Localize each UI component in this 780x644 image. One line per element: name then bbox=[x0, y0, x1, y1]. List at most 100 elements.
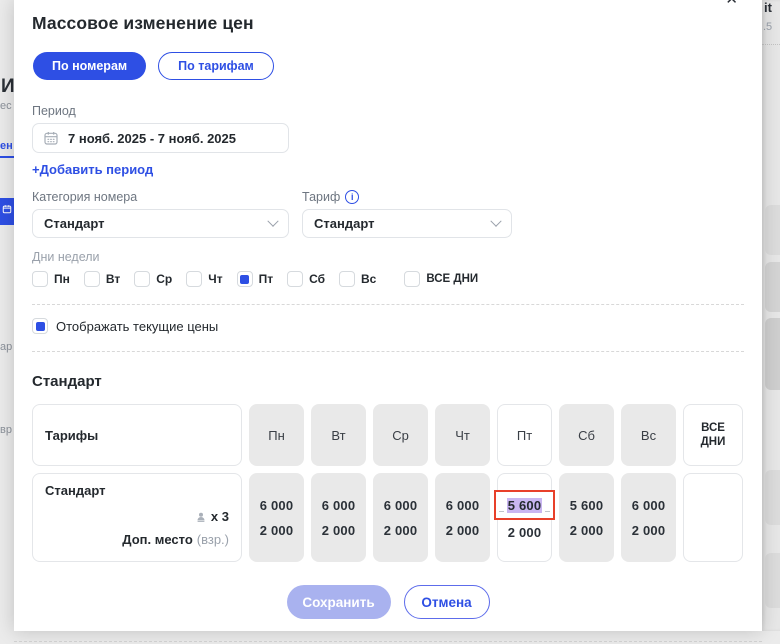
background-calendar-button-fragment bbox=[0, 198, 14, 225]
base-price[interactable]: 5 600 bbox=[570, 493, 604, 518]
base-price[interactable]: 6 000 bbox=[632, 493, 666, 518]
save-button[interactable]: Сохранить bbox=[287, 585, 391, 619]
background-divider bbox=[762, 44, 780, 45]
person-icon bbox=[195, 511, 207, 523]
weekday-checkbox-sun[interactable] bbox=[339, 271, 355, 287]
room-category-value: Стандарт bbox=[44, 216, 104, 231]
info-icon[interactable]: i bbox=[345, 190, 359, 204]
tariff-select[interactable]: Стандарт bbox=[302, 209, 512, 238]
background-active-tab-fragment: ен bbox=[0, 140, 13, 152]
base-price[interactable]: 6 000 bbox=[384, 493, 418, 518]
weekday-checkbox-thu[interactable] bbox=[186, 271, 202, 287]
calendar-icon bbox=[43, 130, 59, 146]
day-header-cell[interactable]: Сб bbox=[559, 404, 614, 466]
background-page-right-edge: it .5 bbox=[762, 0, 780, 631]
price-cell-all-days[interactable] bbox=[683, 473, 743, 562]
tariff-label: Тариф i bbox=[302, 190, 512, 204]
weekday-item-sun: Вс bbox=[339, 271, 376, 287]
extra-price[interactable]: 2 000 bbox=[632, 518, 666, 543]
background-text-fragment: вр bbox=[0, 424, 12, 436]
extra-price[interactable]: 2 000 bbox=[446, 518, 480, 543]
weekday-checkbox-sat[interactable] bbox=[287, 271, 303, 287]
weekday-item-wed: Ср bbox=[134, 271, 172, 287]
price-cell-sat[interactable]: 5 600 2 000 bbox=[559, 473, 614, 562]
room-category-select[interactable]: Стандарт bbox=[32, 209, 289, 238]
base-price[interactable]: 6 000 bbox=[446, 493, 480, 518]
extra-bed-note: (взр.) bbox=[197, 532, 229, 547]
calendar-icon bbox=[2, 204, 12, 214]
price-input-editing[interactable]: 5 600 bbox=[494, 490, 555, 520]
background-number-fragment: .5 bbox=[763, 21, 772, 33]
price-cell-sun[interactable]: 6 000 2 000 bbox=[621, 473, 676, 562]
modal-footer: Сохранить Отмена bbox=[32, 585, 744, 619]
period-date-range-input[interactable]: 7 нояб. 2025 - 7 нояб. 2025 bbox=[32, 123, 289, 153]
weekday-checkbox-mon[interactable] bbox=[32, 271, 48, 287]
divider bbox=[32, 304, 744, 305]
tab-by-tariffs[interactable]: По тарифам bbox=[158, 52, 274, 80]
show-current-prices-label: Отображать текущие цены bbox=[56, 319, 218, 334]
day-header-cell[interactable]: Чт bbox=[435, 404, 490, 466]
day-header-cell[interactable]: Вс bbox=[621, 404, 676, 466]
background-heading-fragment: И bbox=[1, 76, 14, 98]
price-cell-mon[interactable]: 6 000 2 000 bbox=[249, 473, 304, 562]
extra-price[interactable]: 2 000 bbox=[260, 518, 294, 543]
background-cell-fragment bbox=[765, 553, 780, 608]
tariff-row-name: Стандарт bbox=[45, 483, 229, 498]
modal-title: Массовое изменение цен bbox=[32, 13, 744, 34]
day-header-cell[interactable]: Вт bbox=[311, 404, 366, 466]
weekday-item-mon: Пн bbox=[32, 271, 70, 287]
weekday-item-all-days: ВСЕ ДНИ bbox=[404, 271, 478, 287]
base-price[interactable]: 6 000 bbox=[322, 493, 356, 518]
divider bbox=[32, 351, 744, 352]
background-text-fragment: it bbox=[764, 0, 772, 15]
background-tab-underline bbox=[0, 156, 14, 158]
extra-price[interactable]: 2 000 bbox=[384, 518, 418, 543]
editing-price-value[interactable]: 5 600 bbox=[507, 498, 543, 513]
weekdays-label: Дни недели bbox=[32, 250, 744, 264]
extra-bed-line: Доп. место (взр.) bbox=[45, 528, 229, 551]
weekday-checkbox-tue[interactable] bbox=[84, 271, 100, 287]
price-cell-tue[interactable]: 6 000 2 000 bbox=[311, 473, 366, 562]
tariff-row-info: Стандарт x 3 Доп. место (взр.) bbox=[32, 473, 242, 562]
weekday-item-fri: Пт bbox=[237, 271, 274, 287]
section-title: Стандарт bbox=[32, 373, 744, 390]
weekdays-row: Пн Вт Ср Чт Пт Сб bbox=[32, 271, 744, 287]
extra-price[interactable]: 2 000 bbox=[570, 518, 604, 543]
price-cell-fri-editing[interactable]: 5 600 2 000 bbox=[497, 473, 552, 562]
weekday-item-thu: Чт bbox=[186, 271, 222, 287]
price-cell-thu[interactable]: 6 000 2 000 bbox=[435, 473, 490, 562]
mass-price-change-modal: ✕ Массовое изменение цен По номерам По т… bbox=[14, 0, 762, 631]
background-cell-fragment bbox=[765, 318, 780, 390]
cancel-button[interactable]: Отмена bbox=[404, 585, 490, 619]
price-cell-wed[interactable]: 6 000 2 000 bbox=[373, 473, 428, 562]
weekday-checkbox-wed[interactable] bbox=[134, 271, 150, 287]
extra-price[interactable]: 2 000 bbox=[508, 520, 542, 545]
occupancy-line: x 3 bbox=[45, 505, 229, 528]
weekday-item-tue: Вт bbox=[84, 271, 120, 287]
mode-tabs: По номерам По тарифам bbox=[33, 52, 744, 80]
dashed-underline bbox=[545, 511, 550, 512]
weekday-checkbox-all-days[interactable] bbox=[404, 271, 420, 287]
show-current-prices-checkbox[interactable] bbox=[32, 318, 48, 334]
background-cell-fragment bbox=[765, 205, 780, 255]
weekday-checkbox-fri[interactable] bbox=[237, 271, 253, 287]
dashed-underline bbox=[499, 511, 504, 512]
background-page-left-edge: И ес ен ар вр bbox=[0, 0, 14, 631]
background-cell-fragment bbox=[765, 470, 780, 525]
period-label: Период bbox=[32, 104, 744, 118]
show-current-prices-row: Отображать текущие цены bbox=[32, 318, 744, 334]
day-header-cell-all-days[interactable]: ВСЕ ДНИ bbox=[683, 404, 743, 466]
extra-bed-label: Доп. место bbox=[122, 532, 192, 547]
tariff-value: Стандарт bbox=[314, 216, 374, 231]
day-header-cell[interactable]: Пн bbox=[249, 404, 304, 466]
day-header-cell-selected[interactable]: Пт bbox=[497, 404, 552, 466]
period-value: 7 нояб. 2025 - 7 нояб. 2025 bbox=[68, 131, 236, 146]
extra-price[interactable]: 2 000 bbox=[322, 518, 356, 543]
base-price[interactable]: 6 000 bbox=[260, 493, 294, 518]
room-category-label: Категория номера bbox=[32, 190, 289, 204]
tab-by-rooms[interactable]: По номерам bbox=[33, 52, 146, 80]
close-icon[interactable]: ✕ bbox=[725, 0, 738, 7]
background-text-fragment: ар bbox=[0, 341, 12, 353]
day-header-cell[interactable]: Ср bbox=[373, 404, 428, 466]
add-period-link[interactable]: +Добавить период bbox=[32, 162, 153, 177]
